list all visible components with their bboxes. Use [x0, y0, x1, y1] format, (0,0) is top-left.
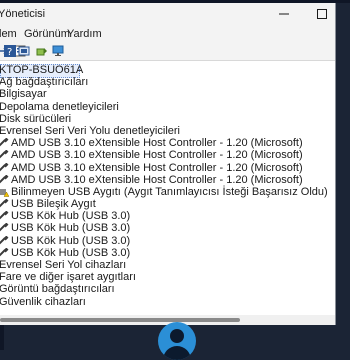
tree-row[interactable]: USB Kök Hub (USB 3.0)	[0, 247, 335, 259]
tree-row[interactable]: AMD USB 3.10 eXtensible Host Controller …	[0, 149, 335, 161]
tree-row[interactable]: USB Bileşik Aygıt	[0, 198, 335, 210]
tree-row[interactable]: USB Kök Hub (USB 3.0)	[0, 210, 335, 222]
tree-root-label: KTOP-BSUO61A	[0, 64, 84, 76]
usb-plug-icon	[0, 199, 9, 208]
tree-row[interactable]: Disk sürücüleri	[0, 113, 335, 125]
menu-yardim[interactable]: Yardım	[67, 28, 102, 40]
tree-row[interactable]: AMD USB 3.10 eXtensible Host Controller …	[0, 174, 335, 186]
tree-root-row[interactable]: KTOP-BSUO61A	[0, 64, 335, 78]
avatar-head-shape	[170, 329, 184, 343]
tree-row-label: USB Kök Hub (USB 3.0)	[11, 234, 131, 247]
device-manager-window: Yöneticisi lem Görünüm Yardım ? KTOP-BSU…	[0, 3, 336, 325]
svg-text:?: ?	[7, 47, 12, 57]
usb-plug-icon	[0, 211, 9, 220]
avatar-body-shape	[163, 346, 191, 360]
tree-row-label: Fare ve diğer işaret aygıtları	[0, 271, 136, 284]
monitor-icon[interactable]	[52, 45, 64, 57]
tree-row-label: Depolama denetleyicileri	[0, 100, 119, 113]
usb-plug-icon	[0, 247, 9, 257]
maximize-button[interactable]	[309, 3, 335, 25]
toolbar: ?	[0, 43, 335, 61]
title-bar[interactable]: Yöneticisi	[0, 3, 335, 25]
tree-row-label: Evrensel Seri Yol cihazları	[0, 259, 127, 271]
tree-row[interactable]: Evrensel Seri Yol cihazları	[0, 259, 335, 271]
scan-hardware-icon[interactable]	[36, 45, 48, 57]
usb-plug-icon	[0, 223, 9, 232]
usb-plug-icon	[0, 174, 9, 184]
tree-row-label: USB Kök Hub (USB 3.0)	[11, 222, 131, 235]
tree-row[interactable]: AMD USB 3.10 eXtensible Host Controller …	[0, 162, 335, 174]
tree-row-label: Bilgisayar	[0, 88, 47, 101]
tree-row[interactable]: Ağ bağdaştırıcıları	[0, 76, 335, 88]
minimize-icon	[279, 13, 289, 15]
horizontal-scrollbar-thumb[interactable]	[0, 318, 240, 322]
tree-row-label: USB Kök Hub (USB 3.0)	[11, 210, 131, 223]
tree-row[interactable]: Evrensel Seri Veri Yolu denetleyicileri	[0, 125, 335, 137]
tree-row-label: Güvenlik cihazları	[0, 295, 86, 308]
tree-row[interactable]: Bilgisayar	[0, 88, 335, 100]
update-driver-icon[interactable]	[18, 45, 30, 57]
tree-row-label: Evrensel Seri Veri Yolu denetleyicileri	[0, 124, 180, 137]
tree-rows: Ağ bağdaştırıcıları Bilgisayar Depolama de…	[0, 76, 335, 308]
tree-row-label: AMD USB 3.10 eXtensible Host Controller …	[11, 137, 303, 150]
tree-row-label: Görüntü bağdaştırıcıları	[0, 283, 115, 296]
menu-bar: lem Görünüm Yardım	[0, 25, 335, 43]
usb-plug-icon	[0, 138, 9, 147]
window-title: Yöneticisi	[0, 8, 46, 20]
tree-row[interactable]: USB Kök Hub (USB 3.0)	[0, 222, 335, 234]
tree-row-label: Disk sürücüleri	[0, 112, 72, 125]
device-tree: KTOP-BSUO61A Ağ bağdaştırıcıları Bilgisay…	[0, 61, 335, 308]
tree-row[interactable]: Fare ve diğer işaret aygıtları	[0, 271, 335, 283]
tree-row-label: USB Bileşik Aygıt	[11, 198, 96, 211]
help-icon[interactable]: ?	[4, 45, 16, 57]
maximize-icon	[317, 9, 327, 19]
tree-row-label: AMD USB 3.10 eXtensible Host Controller …	[11, 173, 303, 186]
tree-row-label: AMD USB 3.10 eXtensible Host Controller …	[11, 149, 303, 162]
menu-eylem[interactable]: lem	[0, 28, 17, 40]
tree-row[interactable]: Bilinmeyen USB Aygıtı (Aygıt Tanımlayıcı…	[0, 186, 335, 198]
tree-row[interactable]: USB Kök Hub (USB 3.0)	[0, 235, 335, 247]
tree-row[interactable]: Görüntü bağdaştırıcıları	[0, 283, 335, 295]
warning-device-icon	[0, 188, 9, 197]
tree-row[interactable]: Güvenlik cihazları	[0, 296, 335, 308]
usb-plug-icon	[0, 162, 9, 171]
tree-row-label: Ağ bağdaştırıcıları	[0, 76, 89, 89]
tree-row[interactable]: AMD USB 3.10 eXtensible Host Controller …	[0, 137, 335, 149]
avatar	[158, 322, 196, 360]
tree-row-label: Bilinmeyen USB Aygıtı (Aygıt Tanımlayıcı…	[11, 185, 328, 198]
tree-row-label: AMD USB 3.10 eXtensible Host Controller …	[11, 161, 303, 174]
menu-gorunum[interactable]: Görünüm	[24, 28, 70, 40]
usb-plug-icon	[0, 235, 9, 245]
usb-plug-icon	[0, 150, 9, 159]
tree-row-label: USB Kök Hub (USB 3.0)	[11, 246, 131, 259]
tree-row[interactable]: Depolama denetleyicileri	[0, 101, 335, 113]
minimize-button[interactable]	[271, 3, 297, 25]
